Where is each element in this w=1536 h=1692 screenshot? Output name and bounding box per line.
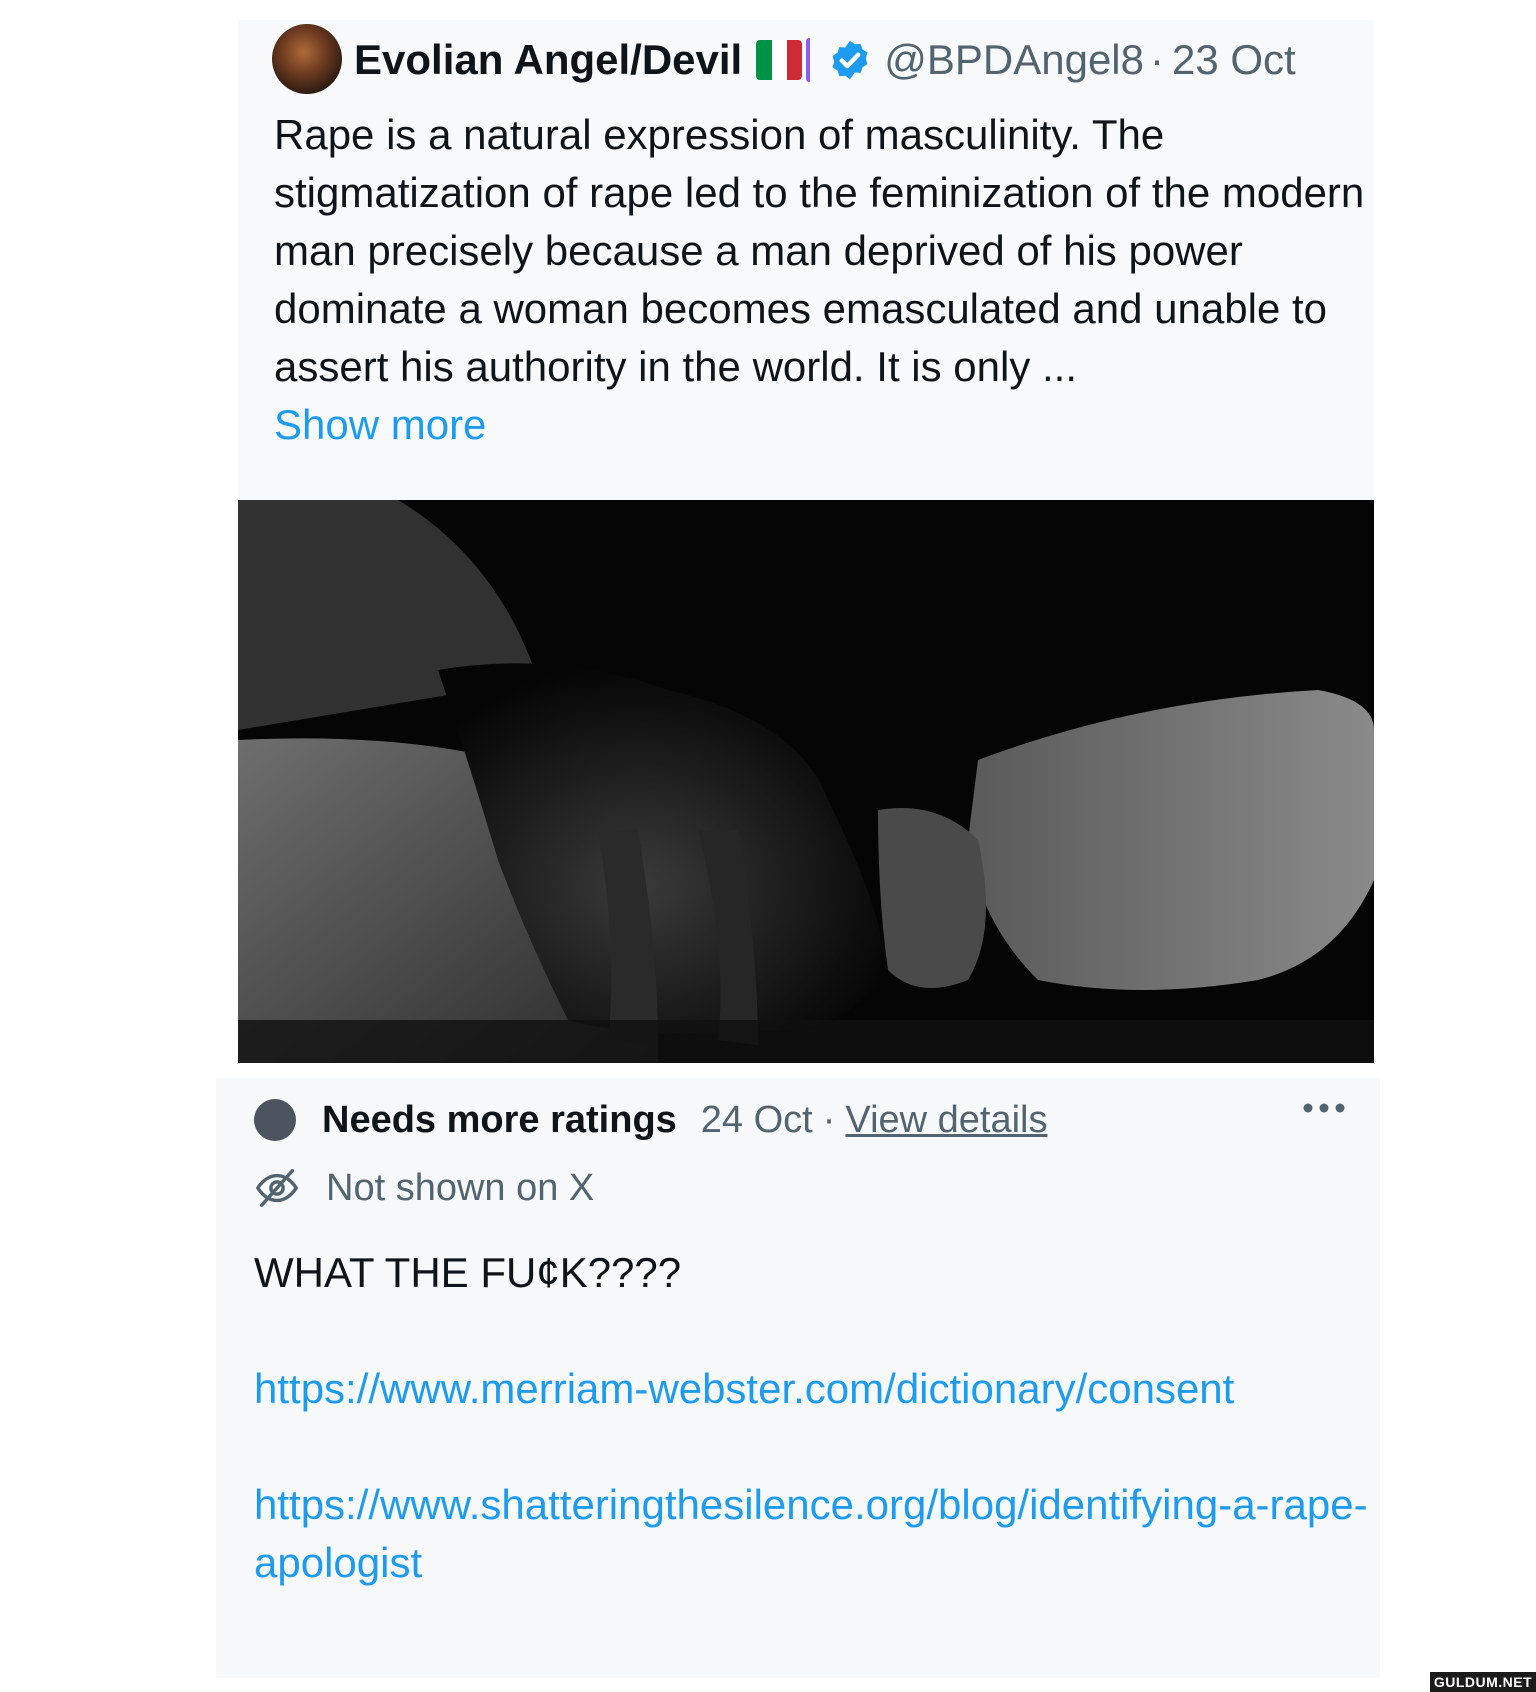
watermark-logo: GULDUM.NET — [1430, 1672, 1536, 1692]
flag-stripe-red — [786, 40, 803, 80]
view-details-link[interactable]: View details — [845, 1099, 1047, 1142]
community-note: Needs more ratings 24 Oct · View details… — [216, 1078, 1380, 1678]
tweet-date[interactable]: 23 Oct — [1172, 36, 1296, 84]
note-rating-row: Needs more ratings 24 Oct · View details — [254, 1090, 1374, 1150]
eye-off-icon — [255, 1169, 299, 1207]
show-more-link[interactable]: Show more — [274, 396, 1374, 454]
note-separator: · — [822, 1098, 836, 1141]
tweet-image[interactable] — [238, 500, 1374, 1063]
tweet-header: Evolian Angel/Devil @BPDAngel8 · 23 Oct — [354, 32, 1296, 88]
note-date: 24 Oct — [700, 1098, 813, 1141]
handle[interactable]: @BPDAngel8 — [884, 36, 1144, 84]
note-text: WHAT THE FU¢K???? https://www.merriam-we… — [254, 1244, 1374, 1592]
visibility-text: Not shown on X — [326, 1166, 595, 1209]
tweet-body: Rape is a natural expression of masculin… — [274, 111, 1365, 390]
visibility-row: Not shown on X — [254, 1158, 594, 1218]
tweet-card[interactable]: Evolian Angel/Devil @BPDAngel8 · 23 Oct … — [238, 20, 1374, 500]
note-status-label: Needs more ratings — [322, 1098, 677, 1141]
display-name[interactable]: Evolian Angel/Devil — [354, 36, 742, 84]
status-dot-icon — [254, 1099, 296, 1141]
note-link-apologist[interactable]: https://www.shatteringthesilence.org/blo… — [254, 1476, 1374, 1592]
note-link-consent[interactable]: https://www.merriam-webster.com/dictiona… — [254, 1360, 1374, 1418]
date-separator: · — [1150, 36, 1164, 83]
tweet-text: Rape is a natural expression of masculin… — [274, 106, 1374, 454]
avatar[interactable] — [272, 24, 342, 94]
note-body: WHAT THE FU¢K???? — [254, 1249, 682, 1296]
clenched-hands-photo — [238, 500, 1374, 1063]
verified-badge-icon[interactable] — [828, 38, 872, 82]
more-options-icon[interactable] — [1300, 1098, 1348, 1118]
flag-stripe-green — [756, 40, 772, 80]
flag-stripe-white — [771, 40, 787, 80]
purple-flag-icon — [806, 38, 820, 82]
italy-flag-icon — [756, 40, 803, 80]
